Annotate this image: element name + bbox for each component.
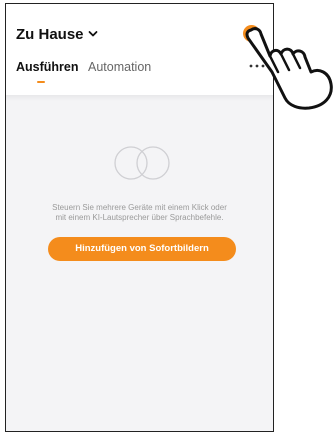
chevron-down-icon <box>88 31 97 37</box>
tab-automation[interactable]: Automation <box>88 60 151 74</box>
overlapping-circles-icon <box>114 146 170 180</box>
top-bar: Zu Hause Ausführen Automation <box>6 4 273 96</box>
app-screen: Zu Hause Ausführen Automation Steuern Si… <box>5 3 274 432</box>
empty-state-line-1: Steuern Sie mehrere Geräte mit einem Kli… <box>52 203 227 212</box>
tab-ausfuehren[interactable]: Ausführen <box>16 60 79 74</box>
active-tab-indicator <box>37 81 45 83</box>
header-divider <box>6 95 273 101</box>
pointing-hand-icon <box>245 27 333 110</box>
home-title: Zu Hause <box>16 25 84 43</box>
home-selector[interactable]: Zu Hause <box>16 24 98 44</box>
empty-state-line-2: mit einem KI-Lautsprecher über Sprachbef… <box>55 213 224 222</box>
add-scene-button[interactable]: Hinzufügen von Sofortbildern <box>48 237 236 261</box>
empty-state-description: Steuern Sie mehrere Geräte mit einem Kli… <box>6 203 273 223</box>
